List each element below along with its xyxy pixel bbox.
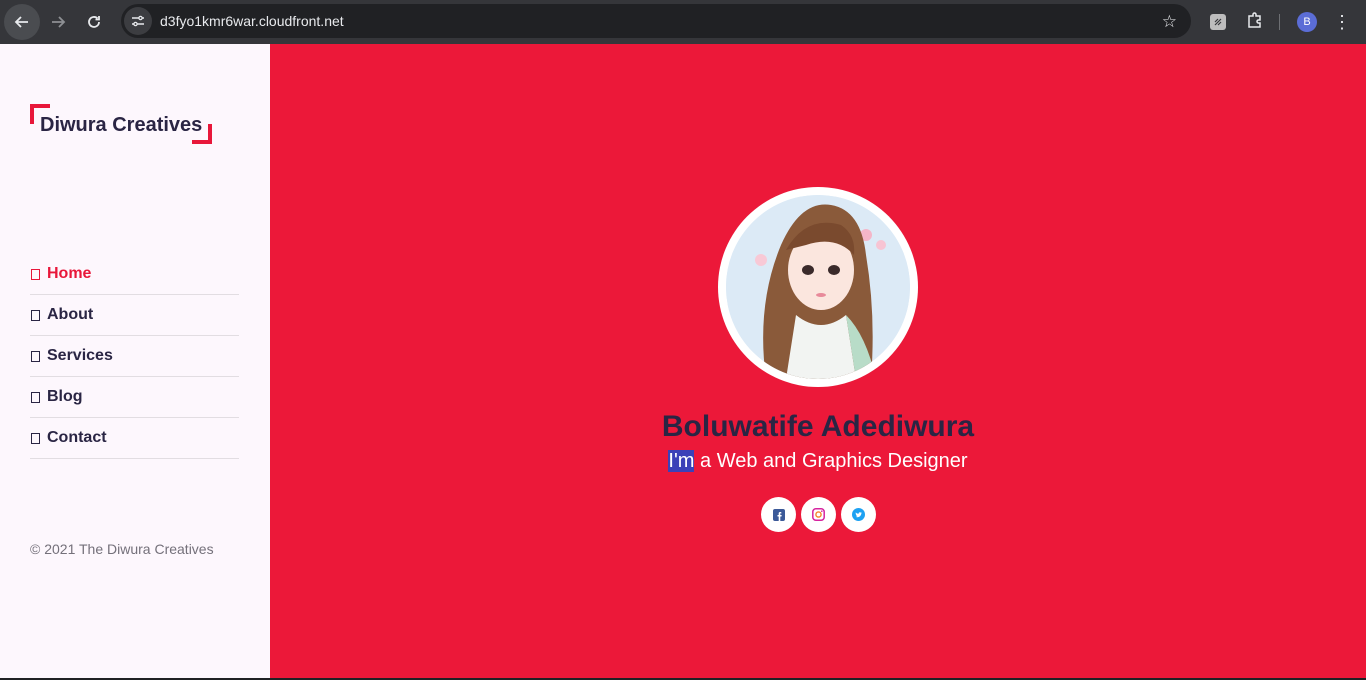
puzzle-icon[interactable]: [1246, 11, 1264, 34]
nav-item-blog[interactable]: Blog: [30, 377, 239, 418]
envelope-icon: [31, 432, 40, 444]
profile-photo-frame: [718, 187, 918, 387]
reload-icon: [88, 16, 100, 28]
tagline-highlight: I'm: [668, 450, 695, 472]
site-info-button[interactable]: [124, 7, 152, 35]
blog-icon: [31, 391, 40, 403]
bookmark-star-icon[interactable]: ☆: [1162, 12, 1177, 32]
hero-tagline: I'm a Web and Graphics Designer: [270, 450, 1366, 473]
twitter-link[interactable]: [841, 497, 876, 532]
extension-icon[interactable]: [1210, 14, 1226, 30]
page: Diwura Creatives Home About Services Blo…: [0, 44, 1366, 678]
arrow-right-icon: [52, 16, 66, 28]
address-bar[interactable]: d3fyo1kmr6war.cloudfront.net ☆: [121, 4, 1191, 38]
hero-section: Boluwatife Adediwura I'm a Web and Graph…: [270, 44, 1366, 678]
reload-button[interactable]: [76, 4, 112, 40]
profile-photo: [726, 195, 910, 379]
nav-label: Home: [47, 265, 92, 282]
facebook-icon: [772, 508, 785, 521]
nav-label: Contact: [47, 429, 107, 446]
sidebar: Diwura Creatives Home About Services Blo…: [0, 44, 270, 678]
user-icon: [31, 309, 40, 321]
main-nav: Home About Services Blog Contact: [30, 254, 239, 459]
nav-label: Blog: [47, 388, 83, 405]
browser-toolbar: d3fyo1kmr6war.cloudfront.net ☆ B ⋮: [0, 0, 1366, 44]
kebab-menu-icon[interactable]: ⋮: [1333, 13, 1351, 31]
nav-label: Services: [47, 347, 113, 364]
home-icon: [31, 268, 40, 280]
logo-text: Diwura Creatives: [40, 114, 203, 136]
instagram-link[interactable]: [801, 497, 836, 532]
twitter-icon: [852, 508, 865, 521]
hero-name: Boluwatife Adediwura: [661, 410, 975, 443]
logo[interactable]: Diwura Creatives: [30, 104, 212, 144]
tune-icon: [132, 15, 144, 27]
back-button[interactable]: [4, 4, 40, 40]
url-text[interactable]: d3fyo1kmr6war.cloudfront.net: [160, 13, 344, 29]
instagram-icon: [812, 508, 825, 521]
arrow-left-icon: [14, 16, 28, 28]
nav-label: About: [47, 306, 94, 323]
briefcase-icon: [31, 350, 40, 362]
social-links: [761, 497, 876, 532]
nav-item-services[interactable]: Services: [30, 336, 239, 377]
facebook-link[interactable]: [761, 497, 796, 532]
forward-button[interactable]: [40, 4, 76, 40]
nav-item-about[interactable]: About: [30, 295, 239, 336]
profile-avatar[interactable]: B: [1297, 12, 1317, 32]
nav-item-contact[interactable]: Contact: [30, 418, 239, 459]
tagline-text: a Web and Graphics Designer: [694, 450, 968, 472]
copyright-text: © 2021 The Diwura Creatives: [30, 541, 214, 557]
toolbar-separator: [1279, 14, 1280, 30]
nav-item-home[interactable]: Home: [30, 254, 239, 295]
